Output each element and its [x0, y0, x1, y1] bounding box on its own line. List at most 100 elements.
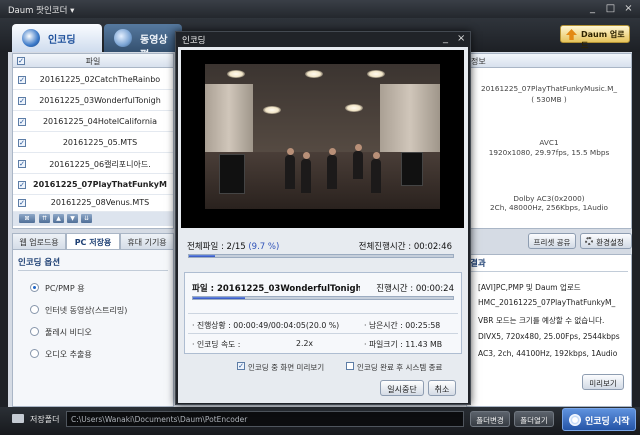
tab-web-upload[interactable]: 웹 업로드용 [12, 233, 66, 249]
maximize-icon[interactable]: □ [604, 2, 617, 15]
tab-web-upload-label: 웹 업로드용 [19, 238, 59, 247]
file-row[interactable]: 20161225_08Venus.MTS [13, 195, 173, 212]
tab-pc-save-label: PC 저장용 [74, 238, 112, 247]
file-list-header: 파일 [13, 54, 173, 68]
open-folder-button[interactable]: 폴더열기 [514, 411, 554, 427]
dialog-minimize-icon[interactable]: _ [443, 33, 448, 44]
info-header: 정보 [467, 54, 631, 68]
result-line: DIVX5, 720x480, 25.00Fps, 2544kbps [478, 332, 620, 341]
file-size: · 파일크기 : 11.43 MB [364, 340, 443, 349]
result-line: AC3, 2ch, 44100Hz, 192kbps, 1Audio [478, 349, 618, 358]
info-file: 20161225_07PlayThatFunkyMusic.M_ [480, 84, 618, 93]
divider [470, 271, 628, 272]
close-icon[interactable]: × [622, 2, 635, 15]
preview-during-encoding-label: 인코딩 중 화면 미리보기 [248, 363, 325, 372]
file-time: 진행시간 : 00:00:24 [376, 284, 454, 294]
dialog-close-icon[interactable]: × [457, 33, 465, 44]
result-line: [AVI]PC,PMP 및 Daum 업로드 [478, 283, 581, 292]
save-path-field[interactable]: C:\Users\Wanaki\Documents\Daum\PotEncode… [66, 411, 464, 427]
preset-tabs: 웹 업로드용 PC 저장용 휴대 기기용 [12, 233, 174, 249]
encode-options-title: 인코딩 옵션 [18, 258, 61, 268]
file-name: 20161225_07PlayThatFunkyM [33, 180, 167, 189]
tab-video-edit[interactable]: 동영상 편 [104, 24, 182, 61]
file-checkbox[interactable]: ✓ [18, 76, 26, 84]
upload-arrow-icon [566, 29, 577, 40]
result-title: 결과 [470, 259, 486, 269]
option-radio[interactable] [30, 327, 39, 336]
move-bottom-icon[interactable]: ⇊ [81, 214, 92, 223]
save-folder-label: 저장폴더 [30, 415, 60, 424]
option-label: 오디오 추출용 [45, 350, 92, 359]
file-row[interactable]: 20161225_03WonderfulTonigh [13, 90, 173, 111]
option-radio[interactable] [30, 305, 39, 314]
settings-label: 환경설정 [596, 238, 624, 247]
tab-encoding-label: 인코딩 [48, 35, 76, 46]
speed-label: · 인코딩 속도 : [192, 340, 241, 349]
file-name: 20161225_08Venus.MTS [50, 198, 150, 207]
file-checkbox[interactable]: ✓ [18, 97, 26, 105]
app-title-bar: Daum 팟인코더 ▾ _ □ × [0, 0, 640, 18]
option-label: 인터넷 동영상(스트리밍) [45, 306, 128, 315]
file-row[interactable]: 20161225_05.MTS [13, 132, 173, 153]
dialog-title: 인코딩 [182, 36, 206, 46]
file-row[interactable]: 20161225_04HotelCalifornia [13, 111, 173, 132]
file-checkbox[interactable]: ✓ [18, 139, 26, 147]
file-column-header: 파일 [85, 57, 101, 66]
cancel-button[interactable]: 취소 [428, 380, 456, 396]
file-checkbox[interactable]: ✓ [18, 160, 26, 168]
tab-mobile[interactable]: 휴대 기기용 [120, 233, 174, 249]
divider [188, 333, 458, 334]
divider [18, 270, 168, 271]
app-title[interactable]: Daum 팟인코더 ▾ [8, 4, 74, 16]
file-label: 파일 : 20161225_03WonderfulTonigh... [192, 284, 360, 294]
info-video-detail: 1920x1080, 29.97fps, 15.5 Mbps [488, 148, 610, 157]
file-row[interactable]: 20161225_02CatchTheRainbo [13, 69, 173, 90]
file-name: 20161225_03WonderfulTonigh [39, 96, 161, 105]
encoding-icon [22, 29, 40, 47]
file-checkbox[interactable]: ✓ [18, 181, 26, 189]
file-checkbox[interactable]: ✓ [18, 199, 26, 207]
daum-upload-button[interactable]: Daum 업로드 [560, 25, 630, 50]
file-progress-bar [192, 296, 454, 300]
tab-pc-save[interactable]: PC 저장용 [66, 233, 120, 249]
result-line: HMC_20161225_07PlayThatFunkyM_ [478, 298, 616, 307]
result-line: VBR 모드는 크기를 예상할 수 없습니다. [478, 316, 605, 325]
start-encoding-button[interactable]: 인코딩 시작 [562, 408, 636, 431]
preview-button[interactable]: 미리보기 [582, 374, 624, 390]
move-down-icon[interactable]: ▼ [67, 214, 78, 223]
option-radio[interactable] [30, 349, 39, 358]
change-folder-button[interactable]: 폴더변경 [470, 411, 510, 427]
concert-scene [205, 64, 440, 209]
select-all-checkbox[interactable]: ✓ [17, 57, 25, 65]
info-video: AVC1 [539, 138, 559, 147]
pause-button[interactable]: 일시중단 [380, 380, 424, 396]
list-nav-button[interactable]: ⊠ [19, 214, 35, 223]
gear-icon [585, 237, 593, 245]
info-size: ( 530MB ) [531, 95, 567, 104]
move-up-icon[interactable]: ▲ [53, 214, 64, 223]
video-edit-icon [114, 29, 132, 47]
shutdown-after-checkbox[interactable]: ✓ [346, 362, 354, 370]
total-progress-bar [188, 254, 454, 258]
preview-during-encoding-checkbox[interactable]: ✓ [237, 362, 245, 370]
list-nav-bar: ⊠ ⇈ ▲ ▼ ⇊ [13, 212, 173, 226]
file-name: 20161225_05.MTS [62, 138, 138, 147]
option-radio-selected[interactable] [30, 283, 39, 292]
tab-mobile-label: 휴대 기기용 [127, 238, 167, 247]
option-label: PC/PMP 용 [45, 284, 85, 293]
preset-share-button[interactable]: 프리셋 공유 [528, 233, 576, 249]
settings-button[interactable]: 환경설정 [580, 233, 632, 249]
total-label: 전체파일 : 2/15 [187, 242, 246, 252]
start-encoding-label: 인코딩 시작 [585, 417, 630, 427]
file-checkbox[interactable]: ✓ [18, 118, 26, 126]
info-audio-detail: 2Ch, 48000Hz, 256Kbps, 1Audio [490, 203, 608, 212]
divider [188, 313, 458, 314]
status-text: · 진행상황 : 00:00:49/00:04:05(20.0 %) [192, 321, 340, 330]
file-row-selected[interactable]: 20161225_07PlayThatFunkyM [13, 174, 173, 195]
move-top-icon[interactable]: ⇈ [39, 214, 50, 223]
tab-encoding[interactable]: 인코딩 [12, 24, 102, 52]
start-icon [569, 414, 581, 426]
minimize-icon[interactable]: _ [586, 2, 599, 15]
file-name: 20161225_02CatchTheRainbo [39, 75, 161, 84]
file-row[interactable]: 20161225_06캘리포니아드. [13, 153, 173, 174]
